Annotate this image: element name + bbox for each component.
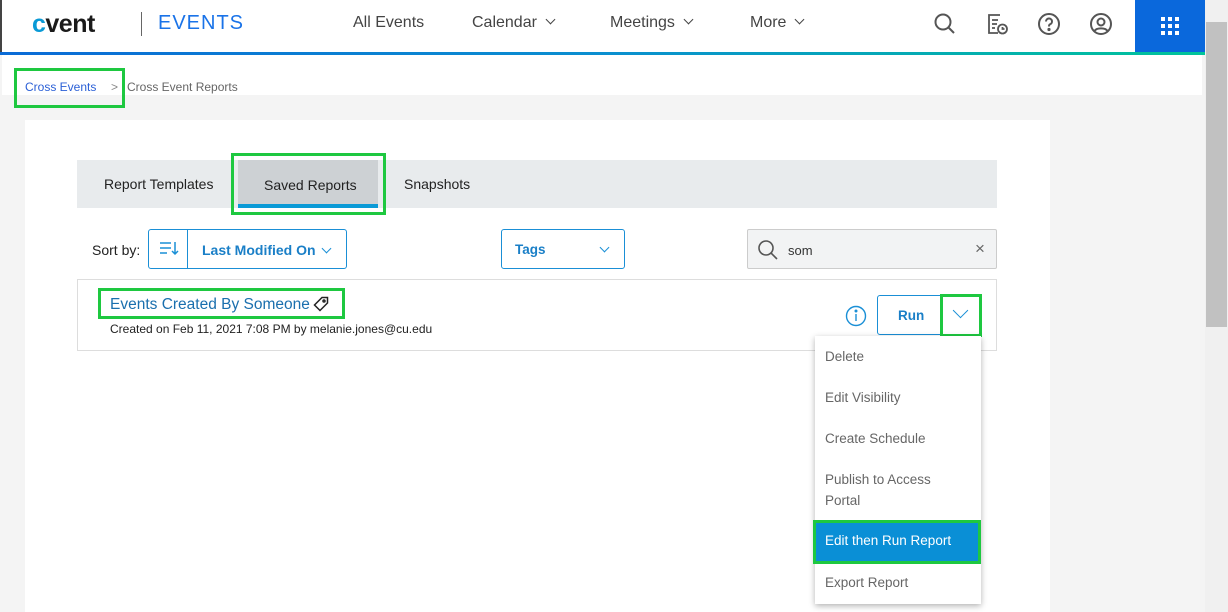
run-options-toggle[interactable] [941,295,981,335]
tab-bar [77,160,997,208]
search-icon[interactable] [933,12,957,36]
tags-label: Tags [515,242,546,257]
breadcrumb-separator: > [111,80,119,94]
search-value: som [788,243,813,258]
nav-label: More [750,14,787,31]
tag-icon[interactable] [313,296,329,312]
tab-report-templates[interactable]: Report Templates [104,176,213,192]
nav-calendar[interactable]: Calendar [472,14,556,32]
report-meta: Created on Feb 11, 2021 7:08 PM by melan… [110,322,433,336]
nav-all-events[interactable]: All Events [353,14,424,32]
report-title-link[interactable]: Events Created By Someone [110,296,310,314]
tags-dropdown[interactable]: Tags [501,229,625,269]
menu-item-edit-visibility[interactable]: Edit Visibility [815,387,981,408]
menu-item-create-schedule[interactable]: Create Schedule [815,428,981,449]
sort-value: Last Modified On [202,242,316,258]
clear-search-icon[interactable]: × [975,239,985,259]
nav-more[interactable]: More [750,14,805,32]
tab-snapshots[interactable]: Snapshots [404,176,470,192]
breadcrumb-current: Cross Event Reports [127,80,238,94]
chevron-down-icon [321,243,332,254]
search-input[interactable]: som × [747,229,997,269]
scrollbar-thumb[interactable] [1206,22,1227,327]
run-button[interactable]: Run [898,308,924,323]
app-title: EVENTS [158,12,245,34]
divider [141,12,142,36]
sort-label: Sort by: [92,242,141,258]
sort-dropdown[interactable]: Last Modified On [148,229,347,269]
chevron-down-icon [545,14,556,25]
chevron-down-icon [599,242,610,253]
menu-item-delete[interactable]: Delete [815,346,981,367]
tab-saved-reports[interactable]: Saved Reports [264,177,357,193]
chevron-down-icon [952,302,969,319]
info-icon[interactable] [845,305,867,327]
run-options-menu: Delete Edit Visibility Create Schedule P… [815,336,981,604]
help-icon[interactable] [1037,12,1061,36]
chevron-down-icon [683,14,694,25]
apps-grid-icon [1161,17,1179,35]
menu-item-publish[interactable]: Publish to Access Portal [815,469,955,511]
menu-item-export-report[interactable]: Export Report [815,572,981,593]
nav-label: Meetings [610,14,675,31]
nav-meetings[interactable]: Meetings [610,14,694,32]
cvent-logo[interactable]: ccventvent [32,10,95,39]
apps-grid-button[interactable] [1135,0,1205,52]
nav-label: All Events [353,14,425,31]
search-icon [758,240,778,260]
menu-item-edit-then-run[interactable]: Edit then Run Report [815,520,981,561]
user-icon[interactable] [1089,12,1113,36]
nav-label: Calendar [472,14,537,31]
breadcrumb-cross-events[interactable]: Cross Events [25,80,96,94]
chevron-down-icon [795,14,805,25]
report-schedule-icon[interactable] [985,12,1009,36]
sort-icon [160,242,179,256]
